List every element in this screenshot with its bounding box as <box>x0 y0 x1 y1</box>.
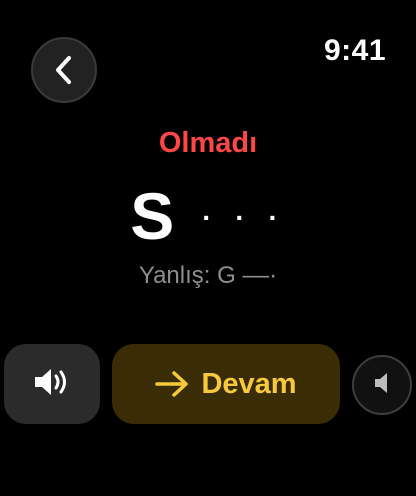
wrong-answer-text: Yanlış: G ––· <box>138 262 278 289</box>
arrow-right-icon <box>155 371 189 397</box>
continue-button[interactable]: Devam <box>112 344 340 424</box>
target-letter: S <box>130 179 175 253</box>
result-title: Olmadı <box>158 127 258 159</box>
sound-toggle-button[interactable] <box>352 355 412 415</box>
speaker-wave-icon <box>32 366 72 403</box>
speaker-icon <box>371 371 393 400</box>
morse-code: · · · <box>202 202 286 233</box>
play-sound-button[interactable] <box>4 344 100 424</box>
chevron-left-icon <box>53 54 75 86</box>
answer-row: S · · · <box>0 176 416 256</box>
status-time: 9:41 <box>323 34 386 67</box>
continue-label: Devam <box>201 367 297 400</box>
back-button[interactable] <box>31 37 97 103</box>
